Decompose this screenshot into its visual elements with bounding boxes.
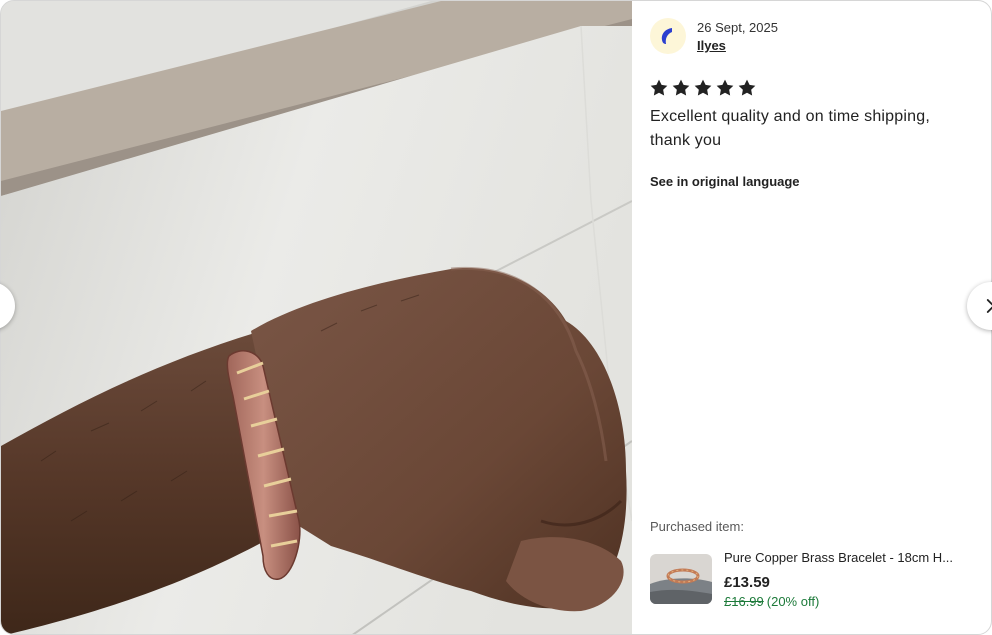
- star-icon: [738, 79, 756, 96]
- discount-badge: (20% off): [766, 594, 820, 609]
- purchased-item-thumbnail: [650, 554, 712, 604]
- see-original-language-link[interactable]: See in original language: [650, 174, 800, 189]
- review-date: 26 Sept, 2025: [697, 20, 778, 35]
- avatar: [650, 18, 686, 54]
- purchased-item-card[interactable]: Pure Copper Brass Bracelet - 18cm H... £…: [650, 548, 980, 610]
- star-icon: [650, 79, 668, 96]
- reviewer-header: 26 Sept, 2025 Ilyes: [650, 18, 778, 55]
- bracelet-thumbnail-image: [650, 554, 712, 604]
- purchased-item-label: Purchased item:: [650, 519, 744, 534]
- chevron-right-icon: [986, 299, 992, 313]
- purchased-item-sale-info: £16.99 (20% off): [724, 594, 819, 609]
- original-price: £16.99: [724, 594, 764, 609]
- review-photo-image: [1, 1, 632, 634]
- star-icon: [716, 79, 734, 96]
- star-icon: [672, 79, 690, 96]
- review-photo: [1, 1, 632, 634]
- star-rating: [649, 78, 757, 98]
- review-text: Excellent quality and on time shipping, …: [650, 108, 930, 149]
- review-details-panel: 26 Sept, 2025 Ilyes Excellent quality an…: [632, 1, 991, 634]
- purchased-item-price: £13.59: [724, 574, 770, 591]
- star-icon: [694, 79, 712, 96]
- avatar-icon: [661, 28, 672, 44]
- purchased-item-title: Pure Copper Brass Bracelet - 18cm H...: [724, 550, 954, 565]
- review-photo-modal: 26 Sept, 2025 Ilyes Excellent quality an…: [0, 0, 992, 635]
- reviewer-name-link[interactable]: Ilyes: [697, 38, 726, 54]
